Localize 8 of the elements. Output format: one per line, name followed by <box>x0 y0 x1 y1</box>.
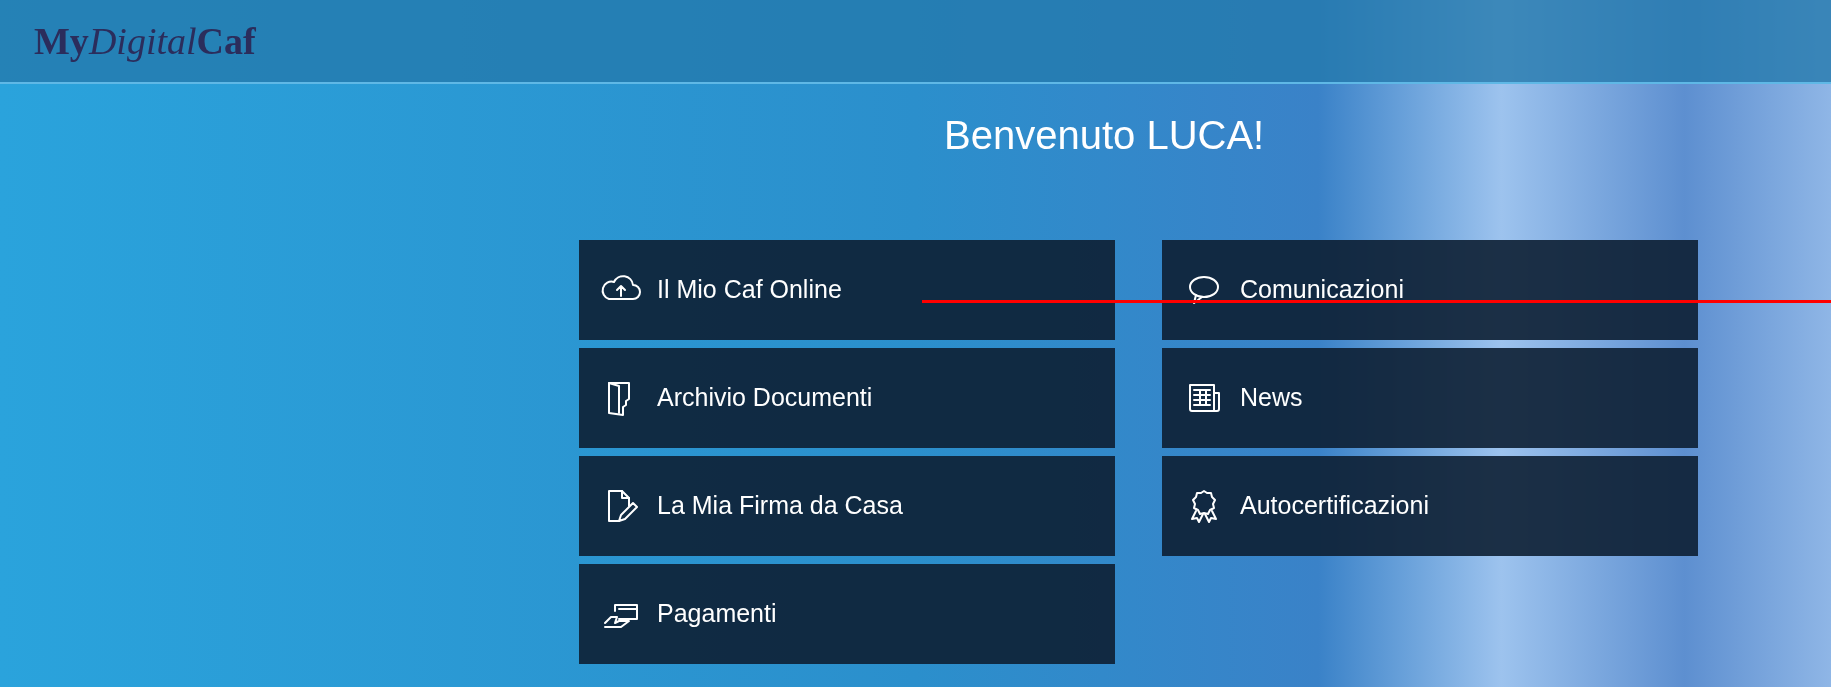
menu-tile[interactable]: Il Mio Caf Online <box>579 240 1115 340</box>
menu-tile[interactable]: Autocertificazioni <box>1162 456 1698 556</box>
welcome-heading: Benvenuto LUCA! <box>944 112 1265 159</box>
menu-tile[interactable]: Pagamenti <box>579 564 1115 664</box>
menu-tile[interactable]: La Mia Firma da Casa <box>579 456 1115 556</box>
menu-tile[interactable]: Archivio Documenti <box>579 348 1115 448</box>
menu-tile[interactable]: News <box>1162 348 1698 448</box>
menu-tile[interactable]: Comunicazioni <box>1162 240 1698 340</box>
